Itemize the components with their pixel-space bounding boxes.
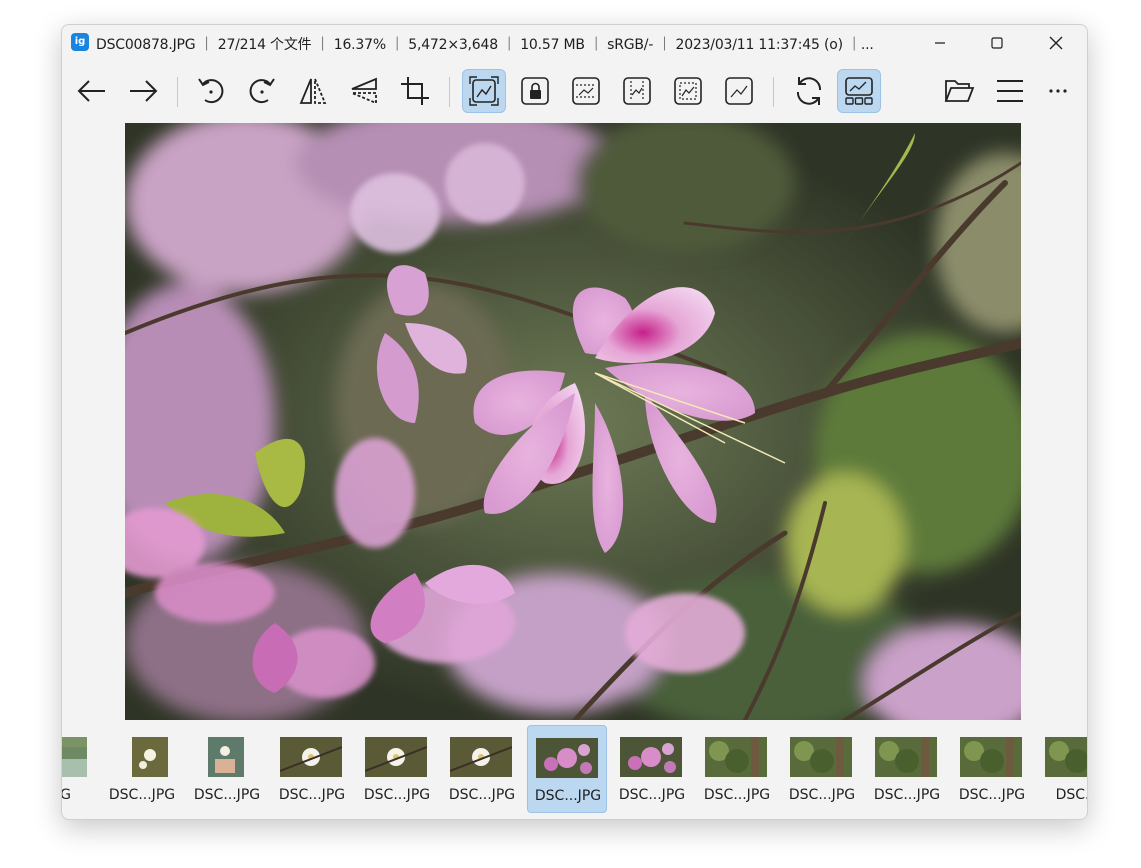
close-button[interactable]: [1033, 25, 1079, 61]
filmstrip-thumb[interactable]: DSC...: [1037, 725, 1087, 813]
thumbnail-caption: DSC...: [1055, 787, 1087, 803]
window-title: DSC00878.JPG ｜ 27/214 个文件 ｜ 16.37% ｜ 5,4…: [96, 37, 874, 53]
rotate-right-icon: [249, 78, 275, 104]
thumbnail-caption: DSC...JPG: [873, 787, 941, 803]
thumbnail-caption: DSC...JPG: [278, 787, 346, 803]
image-viewer-window: ig DSC00878.JPG ｜ 27/214 个文件 ｜ 16.37% ｜ …: [61, 24, 1088, 820]
flip-horizontal-icon: [299, 78, 327, 104]
auto-zoom-button[interactable]: [666, 69, 710, 113]
actual-size-icon: [725, 77, 753, 105]
filmstrip-thumb[interactable]: DSC...JPG: [357, 725, 437, 813]
thumbnail-image: [110, 737, 172, 777]
close-icon: [1049, 36, 1063, 50]
thumbnail-caption: .JPG: [61, 787, 71, 803]
forward-arrow-icon: [130, 80, 158, 102]
fit-window-button[interactable]: [462, 69, 506, 113]
thumbnail-caption: DSC...JPG: [534, 788, 602, 804]
thumbnail-caption: DSC...JPG: [108, 787, 176, 803]
app-logo-icon: ig: [71, 33, 89, 51]
maximize-button[interactable]: [974, 25, 1020, 61]
thumbnail-image: [62, 737, 87, 777]
flip-vertical-button[interactable]: [342, 69, 386, 113]
thumbnail-caption: DSC...JPG: [448, 787, 516, 803]
thumbnail-image: [875, 737, 937, 777]
actual-size-button[interactable]: [717, 69, 761, 113]
thumbnail-image: [705, 737, 767, 777]
filmstrip-thumb[interactable]: .JPG: [61, 725, 97, 813]
flip-vertical-icon: [351, 77, 377, 105]
minimize-button[interactable]: [917, 25, 963, 61]
filmstrip-thumb[interactable]: DSC...JPG: [442, 725, 522, 813]
forward-button[interactable]: [121, 69, 165, 113]
thumbnail-image: [450, 737, 512, 777]
filmstrip-thumb[interactable]: DSC...JPG: [272, 725, 352, 813]
filmstrip-thumb[interactable]: DSC...JPG: [102, 725, 182, 813]
open-folder-button[interactable]: [937, 69, 981, 113]
crop-button[interactable]: [393, 69, 437, 113]
toolbar-separator: [177, 77, 178, 107]
flip-horizontal-button[interactable]: [291, 69, 335, 113]
menu-icon: [997, 80, 1023, 102]
more-button[interactable]: [1036, 69, 1080, 113]
filmstrip-thumb[interactable]: DSC...JPG: [952, 725, 1032, 813]
thumbnail-image: [790, 737, 852, 777]
toolbar: [62, 69, 1087, 115]
flower-photo: [125, 123, 1021, 720]
thumbnail-caption: DSC...JPG: [788, 787, 856, 803]
more-icon: [1049, 89, 1067, 93]
fit-width-button[interactable]: [564, 69, 608, 113]
menu-button[interactable]: [988, 69, 1032, 113]
thumbnail-image: [195, 737, 257, 777]
fit-height-button[interactable]: [615, 69, 659, 113]
maximize-icon: [991, 37, 1003, 49]
refresh-icon: [796, 77, 822, 105]
lock-zoom-icon: [521, 77, 549, 105]
filmstrip-thumb[interactable]: DSC...JPG: [867, 725, 947, 813]
thumbnail-caption: DSC...JPG: [703, 787, 771, 803]
thumbnail-image: [1045, 737, 1087, 777]
image-canvas[interactable]: [125, 123, 1021, 720]
thumbnail-caption: DSC...JPG: [618, 787, 686, 803]
filmstrip-thumb[interactable]: DSC...JPG: [527, 725, 607, 813]
filmstrip-thumb[interactable]: DSC...JPG: [782, 725, 862, 813]
rotate-right-button[interactable]: [240, 69, 284, 113]
rotate-left-icon: [198, 78, 224, 104]
thumbnail-caption: DSC...JPG: [193, 787, 261, 803]
title-bar[interactable]: ig DSC00878.JPG ｜ 27/214 个文件 ｜ 16.37% ｜ …: [62, 25, 1087, 61]
filmstrip-thumb[interactable]: DSC...JPG: [697, 725, 777, 813]
gallery-button[interactable]: [837, 69, 881, 113]
fit-window-icon: [469, 76, 499, 106]
thumbnail-caption: DSC...JPG: [958, 787, 1026, 803]
thumbnail-image: [620, 737, 682, 777]
lock-zoom-button[interactable]: [513, 69, 557, 113]
refresh-button[interactable]: [787, 69, 831, 113]
open-folder-icon: [944, 80, 975, 102]
back-arrow-icon: [77, 80, 105, 102]
filmstrip-thumb[interactable]: DSC...JPG: [187, 725, 267, 813]
auto-zoom-icon: [674, 77, 702, 105]
toolbar-separator: [773, 77, 774, 107]
gallery-icon: [845, 77, 873, 105]
filmstrip-thumb[interactable]: DSC...JPG: [612, 725, 692, 813]
thumbnail-image: [280, 737, 342, 777]
fit-width-icon: [572, 77, 600, 105]
crop-icon: [401, 77, 429, 105]
toolbar-separator: [449, 77, 450, 107]
thumbnail-image: [536, 738, 598, 778]
rotate-left-button[interactable]: [189, 69, 233, 113]
thumbnail-image: [365, 737, 427, 777]
thumbnail-image: [960, 737, 1022, 777]
fit-height-icon: [623, 77, 651, 105]
thumbnail-caption: DSC...JPG: [363, 787, 431, 803]
minimize-icon: [935, 42, 945, 44]
filmstrip: .JPG DSC...JPG DSC...JPG DSC...JPG DSC...JPG…: [62, 725, 1087, 819]
back-button[interactable]: [70, 69, 114, 113]
